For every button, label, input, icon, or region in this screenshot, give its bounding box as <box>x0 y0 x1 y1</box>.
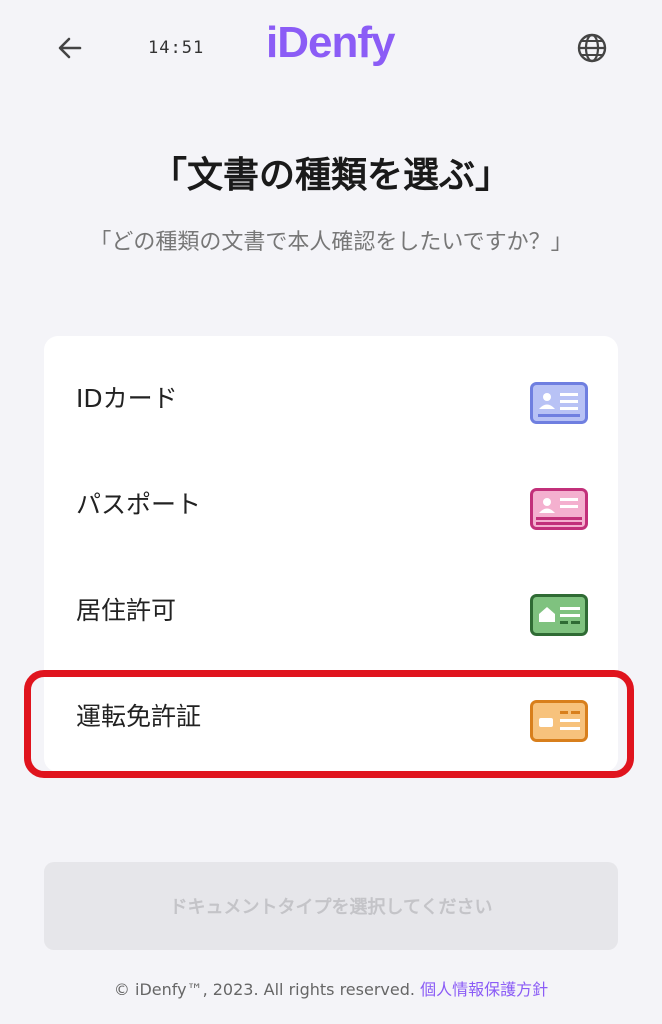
document-option-passport[interactable]: パスポート <box>44 450 618 556</box>
passport-icon <box>530 488 588 530</box>
document-option-id-card[interactable]: IDカード <box>44 344 618 450</box>
id-card-icon <box>530 382 588 424</box>
selection-highlight <box>24 670 634 778</box>
document-option-label: パスポート <box>76 490 202 519</box>
arrow-left-icon <box>58 37 82 59</box>
document-option-label: IDカード <box>76 384 178 413</box>
privacy-policy-link[interactable]: 個人情報保護方針 <box>420 980 548 999</box>
idenfy-logo: iDenfy <box>266 18 395 67</box>
footer: © iDenfy™, 2023. All rights reserved. 個人… <box>0 976 662 1000</box>
document-option-residence-permit[interactable]: 居住許可 <box>44 556 618 662</box>
document-option-label: 居住許可 <box>76 596 177 625</box>
copyright-text: © iDenfy™, 2023. All rights reserved. <box>113 980 415 999</box>
back-button[interactable] <box>52 30 88 66</box>
residence-permit-icon <box>530 594 588 636</box>
language-button[interactable] <box>574 30 610 66</box>
globe-icon <box>577 33 607 63</box>
select-document-button[interactable]: ドキュメントタイプを選択してください <box>44 862 618 950</box>
clock-time: 14:51 <box>148 38 205 58</box>
page-title: 「文書の種類を選ぶ」 <box>150 155 511 196</box>
top-bar: 14:51 iDenfy <box>0 0 662 100</box>
page-subtitle: 「どの種類の文書で本人確認をしたいですか？」 <box>89 230 573 255</box>
